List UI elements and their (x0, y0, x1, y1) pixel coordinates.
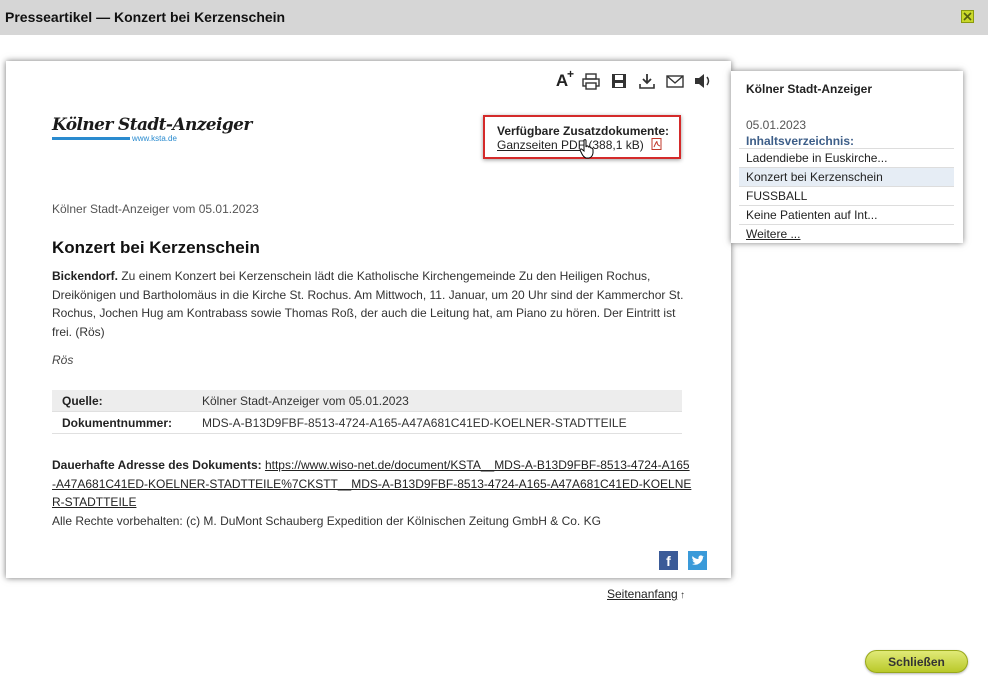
social-share: f (659, 551, 707, 570)
print-icon[interactable] (580, 71, 601, 91)
article-body-text: Zu einem Konzert bei Kerzenschein lädt d… (52, 269, 684, 339)
font-size-icon[interactable]: A + (551, 67, 574, 91)
logo-url: www.ksta.de (132, 134, 177, 143)
logo-bar (52, 137, 130, 140)
close-button[interactable]: Schließen (865, 650, 968, 673)
window-title: Presseartikel — Konzert bei Kerzenschein (5, 9, 286, 25)
close-x-icon[interactable] (961, 10, 974, 23)
article-author: Rös (52, 353, 74, 367)
toc-more-link[interactable]: Weitere ... (739, 224, 954, 243)
additional-documents-box: Verfügbare Zusatzdokumente: Ganzseiten P… (483, 115, 681, 159)
source-label: Quelle: (62, 393, 103, 408)
source-value: Kölner Stadt-Anzeiger vom 05.01.2023 (202, 393, 409, 408)
article-body: Bickendorf. Zu einem Konzert bei Kerzens… (52, 267, 692, 341)
pdf-icon[interactable] (651, 138, 663, 153)
download-icon[interactable] (636, 71, 657, 91)
document-meta-table: Quelle: Kölner Stadt-Anzeiger vom 05.01.… (52, 390, 682, 434)
arrow-up-icon: ↑ (680, 590, 685, 601)
toc-publication: Kölner Stadt-Anzeiger (746, 82, 873, 96)
title-bar: Presseartikel — Konzert bei Kerzenschein (0, 0, 988, 35)
article-headline: Konzert bei Kerzenschein (52, 238, 260, 257)
back-to-top-link[interactable]: Seitenanfang (607, 587, 678, 601)
speaker-icon[interactable] (692, 71, 713, 91)
toc-item[interactable]: Ladendiebe in Euskirche... (739, 148, 954, 167)
article-panel: A + Kölner Stadt-Anzeiger www.ksta.de Ver… (6, 61, 731, 578)
facebook-icon[interactable]: f (659, 551, 678, 570)
toc-list: Ladendiebe in Euskirche... Konzert bei K… (739, 148, 954, 243)
table-of-contents-panel: Kölner Stadt-Anzeiger 05.01.2023 Inhalts… (731, 71, 963, 243)
hand-cursor-icon (579, 139, 595, 164)
article-source-line: Kölner Stadt-Anzeiger vom 05.01.2023 (52, 202, 259, 216)
save-icon[interactable] (608, 71, 629, 91)
docnum-value: MDS-A-B13D9FBF-8513-4724-A165-A47A681C41… (202, 415, 627, 430)
toc-item-active[interactable]: Konzert bei Kerzenschein (739, 167, 954, 186)
permalink-label: Dauerhafte Adresse des Dokuments: (52, 458, 262, 472)
toc-item[interactable]: Keine Patienten auf Int... (739, 205, 954, 224)
publisher-logo: Kölner Stadt-Anzeiger www.ksta.de (52, 115, 252, 145)
additional-documents-label: Verfügbare Zusatzdokumente: (497, 124, 670, 138)
table-row: Dokumentnummer: MDS-A-B13D9FBF-8513-4724… (52, 412, 682, 434)
article-dateline: Bickendorf. (52, 269, 119, 283)
mail-icon[interactable] (664, 71, 685, 91)
twitter-icon[interactable] (688, 551, 707, 570)
permalink-block: Dauerhafte Adresse des Dokuments: https:… (52, 456, 692, 530)
toc-heading: Inhaltsverzeichnis: (746, 134, 855, 148)
article-toolbar: A + (551, 67, 713, 91)
full-page-pdf-link[interactable]: Ganzseiten PDF (497, 138, 585, 152)
table-row: Quelle: Kölner Stadt-Anzeiger vom 05.01.… (52, 390, 682, 412)
rights-notice: Alle Rechte vorbehalten: (c) M. DuMont S… (52, 513, 601, 528)
docnum-label: Dokumentnummer: (62, 415, 173, 430)
toc-item[interactable]: FUSSBALL (739, 186, 954, 205)
logo-name: Kölner Stadt-Anzeiger (52, 115, 252, 135)
toc-date: 05.01.2023 (746, 118, 807, 132)
pdf-size: (388,1 kB) (588, 138, 644, 152)
